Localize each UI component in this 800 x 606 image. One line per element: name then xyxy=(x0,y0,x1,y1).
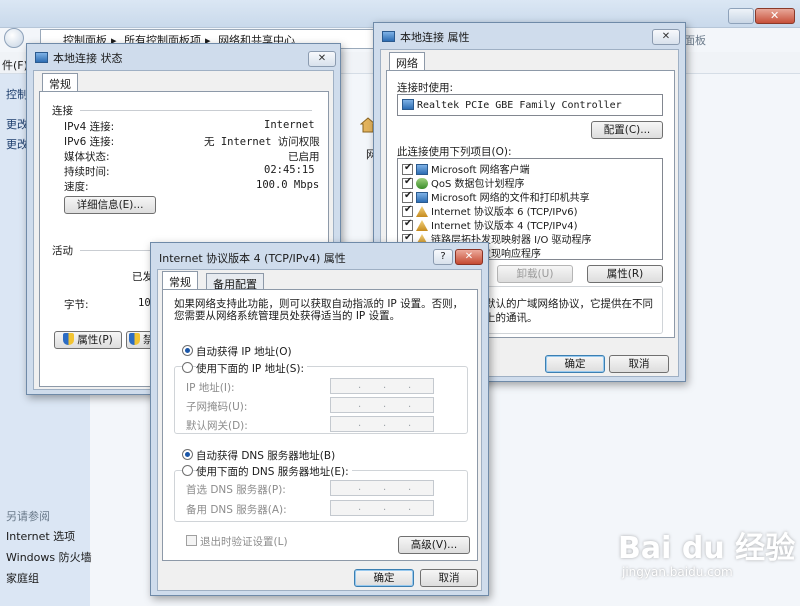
uninstall-button[interactable]: 卸载(U) xyxy=(497,265,573,283)
dialog-title: 本地连接 属性 xyxy=(382,29,470,45)
protocol-icon xyxy=(416,206,428,217)
minimize-button[interactable] xyxy=(728,8,754,24)
preferred-dns-label: 首选 DNS 服务器(P): xyxy=(186,484,286,496)
network-client-icon xyxy=(416,164,428,175)
section-connection: 连接 xyxy=(52,105,73,117)
connect-using-label: 连接时使用: xyxy=(397,82,454,94)
gateway-label: 默认网关(D): xyxy=(186,420,248,432)
row-label: 持续时间: xyxy=(64,166,110,178)
row-label: IPv4 连接: xyxy=(64,121,115,133)
dialog-title: Internet 协议版本 4 (TCP/IPv4) 属性 xyxy=(159,252,346,265)
list-item[interactable]: Microsoft 网络客户端 xyxy=(402,161,530,176)
checkbox-icon[interactable] xyxy=(402,176,413,189)
manual-ip-radio[interactable] xyxy=(182,362,193,373)
network-adapter-icon xyxy=(35,52,48,63)
sidebar-link[interactable]: 更改 xyxy=(6,116,28,132)
manual-dns-radio[interactable] xyxy=(182,465,193,476)
list-item[interactable]: QoS 数据包计划程序 xyxy=(402,175,525,190)
adapter-name: Realtek PCIe GBE Family Controller xyxy=(402,99,622,113)
sidebar-link-internet-options[interactable]: Internet 选项 xyxy=(6,528,75,544)
row-label: 速度: xyxy=(64,181,89,193)
intro-text: 您需要从网络系统管理员处获得适当的 IP 设置。 xyxy=(174,310,401,322)
subnet-mask-field[interactable]: ... xyxy=(330,397,434,413)
gateway-field[interactable]: ... xyxy=(330,416,434,432)
close-button[interactable]: ✕ xyxy=(652,29,680,45)
list-item[interactable]: Internet 协议版本 6 (TCP/IPv6) xyxy=(402,203,578,218)
tab-networking[interactable]: 网络 xyxy=(389,52,425,70)
item-properties-button[interactable]: 属性(R) xyxy=(587,265,663,283)
validate-label[interactable]: 退出时验证设置(L) xyxy=(200,534,288,549)
validate-checkbox[interactable] xyxy=(186,535,197,546)
ipv6-connectivity-value: 无 Internet 访问权限 xyxy=(204,136,320,148)
sidebar-link-firewall[interactable]: Windows 防火墙 xyxy=(6,549,92,565)
ipv4-properties-dialog: Internet 协议版本 4 (TCP/IPv4) 属性 ? ✕ 常规 备用配… xyxy=(150,242,489,596)
baidu-watermark-url: jingyan.baidu.com xyxy=(622,565,733,579)
close-button[interactable]: ✕ xyxy=(308,51,336,67)
items-label: 此连接使用下列项目(O): xyxy=(397,146,512,158)
file-share-icon xyxy=(416,192,428,203)
advanced-button[interactable]: 高级(V)... xyxy=(398,536,470,554)
manual-dns-label[interactable]: 使用下面的 DNS 服务器地址(E): xyxy=(196,464,352,479)
properties-button[interactable]: 属性(P) xyxy=(54,331,122,349)
row-label: 媒体状态: xyxy=(64,151,110,163)
shield-icon xyxy=(63,333,75,345)
network-adapter-icon xyxy=(402,99,414,110)
protocol-icon xyxy=(416,220,428,231)
checkbox-icon[interactable] xyxy=(402,218,413,231)
checkbox-icon[interactable] xyxy=(402,190,413,203)
description-text: 默认的广域网络协议，它提供在不同 xyxy=(485,298,653,310)
sidebar-link-homegroup[interactable]: 家庭组 xyxy=(6,570,39,586)
baidu-watermark: Bai du 经验 xyxy=(618,531,796,566)
sidebar-link[interactable]: 更改 xyxy=(6,136,28,152)
back-icon[interactable] xyxy=(4,28,24,48)
network-adapter-icon xyxy=(382,31,395,42)
bytes-label: 字节: xyxy=(64,299,89,311)
ip-address-field[interactable]: ... xyxy=(330,378,434,394)
auto-dns-label[interactable]: 自动获得 DNS 服务器地址(B) xyxy=(196,448,335,463)
subnet-mask-label: 子网掩码(U): xyxy=(186,401,248,413)
speed-value: 100.0 Mbps xyxy=(256,179,320,191)
configure-button[interactable]: 配置(C)... xyxy=(591,121,663,139)
row-label: IPv6 连接: xyxy=(64,136,115,148)
ok-button[interactable]: 确定 xyxy=(354,569,414,587)
dialog-title: 本地连接 状态 xyxy=(35,50,123,66)
shield-icon xyxy=(129,333,140,345)
sidebar-link[interactable]: 控制 xyxy=(6,86,28,102)
window-close-button[interactable] xyxy=(755,8,795,24)
list-item[interactable]: Microsoft 网络的文件和打印机共享 xyxy=(402,189,590,204)
search-box-hint[interactable]: 面板 xyxy=(684,32,706,48)
close-button[interactable]: ✕ xyxy=(455,249,483,265)
adapter-box: Realtek PCIe GBE Family Controller xyxy=(397,94,663,116)
details-button[interactable]: 详细信息(E)... xyxy=(64,196,156,214)
ok-button[interactable]: 确定 xyxy=(545,355,605,373)
section-activity: 活动 xyxy=(52,245,73,257)
auto-ip-label[interactable]: 自动获得 IP 地址(O) xyxy=(196,344,292,359)
list-item[interactable]: Internet 协议版本 4 (TCP/IPv4) xyxy=(402,217,578,232)
tab-general[interactable]: 常规 xyxy=(162,271,198,289)
description-text: 上的通讯。 xyxy=(485,312,538,324)
duration-value: 02:45:15 xyxy=(264,164,315,176)
cancel-button[interactable]: 取消 xyxy=(420,569,478,587)
cancel-button[interactable]: 取消 xyxy=(609,355,669,373)
qos-icon xyxy=(416,178,428,189)
tab-general[interactable]: 常规 xyxy=(42,73,78,91)
see-also-title: 另请参阅 xyxy=(6,510,50,523)
ipv4-connectivity-value: Internet xyxy=(264,119,315,131)
alternate-dns-label: 备用 DNS 服务器(A): xyxy=(186,504,287,516)
menu-file[interactable]: 件(F) xyxy=(2,57,28,73)
media-state-value: 已启用 xyxy=(288,151,320,163)
checkbox-icon[interactable] xyxy=(402,204,413,217)
auto-dns-radio[interactable] xyxy=(182,449,193,460)
ip-address-label: IP 地址(I): xyxy=(186,382,235,394)
checkbox-icon[interactable] xyxy=(402,162,413,175)
alternate-dns-field[interactable]: ... xyxy=(330,500,434,516)
manual-ip-label[interactable]: 使用下面的 IP 地址(S): xyxy=(196,361,307,376)
help-icon[interactable]: ? xyxy=(433,249,453,265)
preferred-dns-field[interactable]: ... xyxy=(330,480,434,496)
auto-ip-radio[interactable] xyxy=(182,345,193,356)
